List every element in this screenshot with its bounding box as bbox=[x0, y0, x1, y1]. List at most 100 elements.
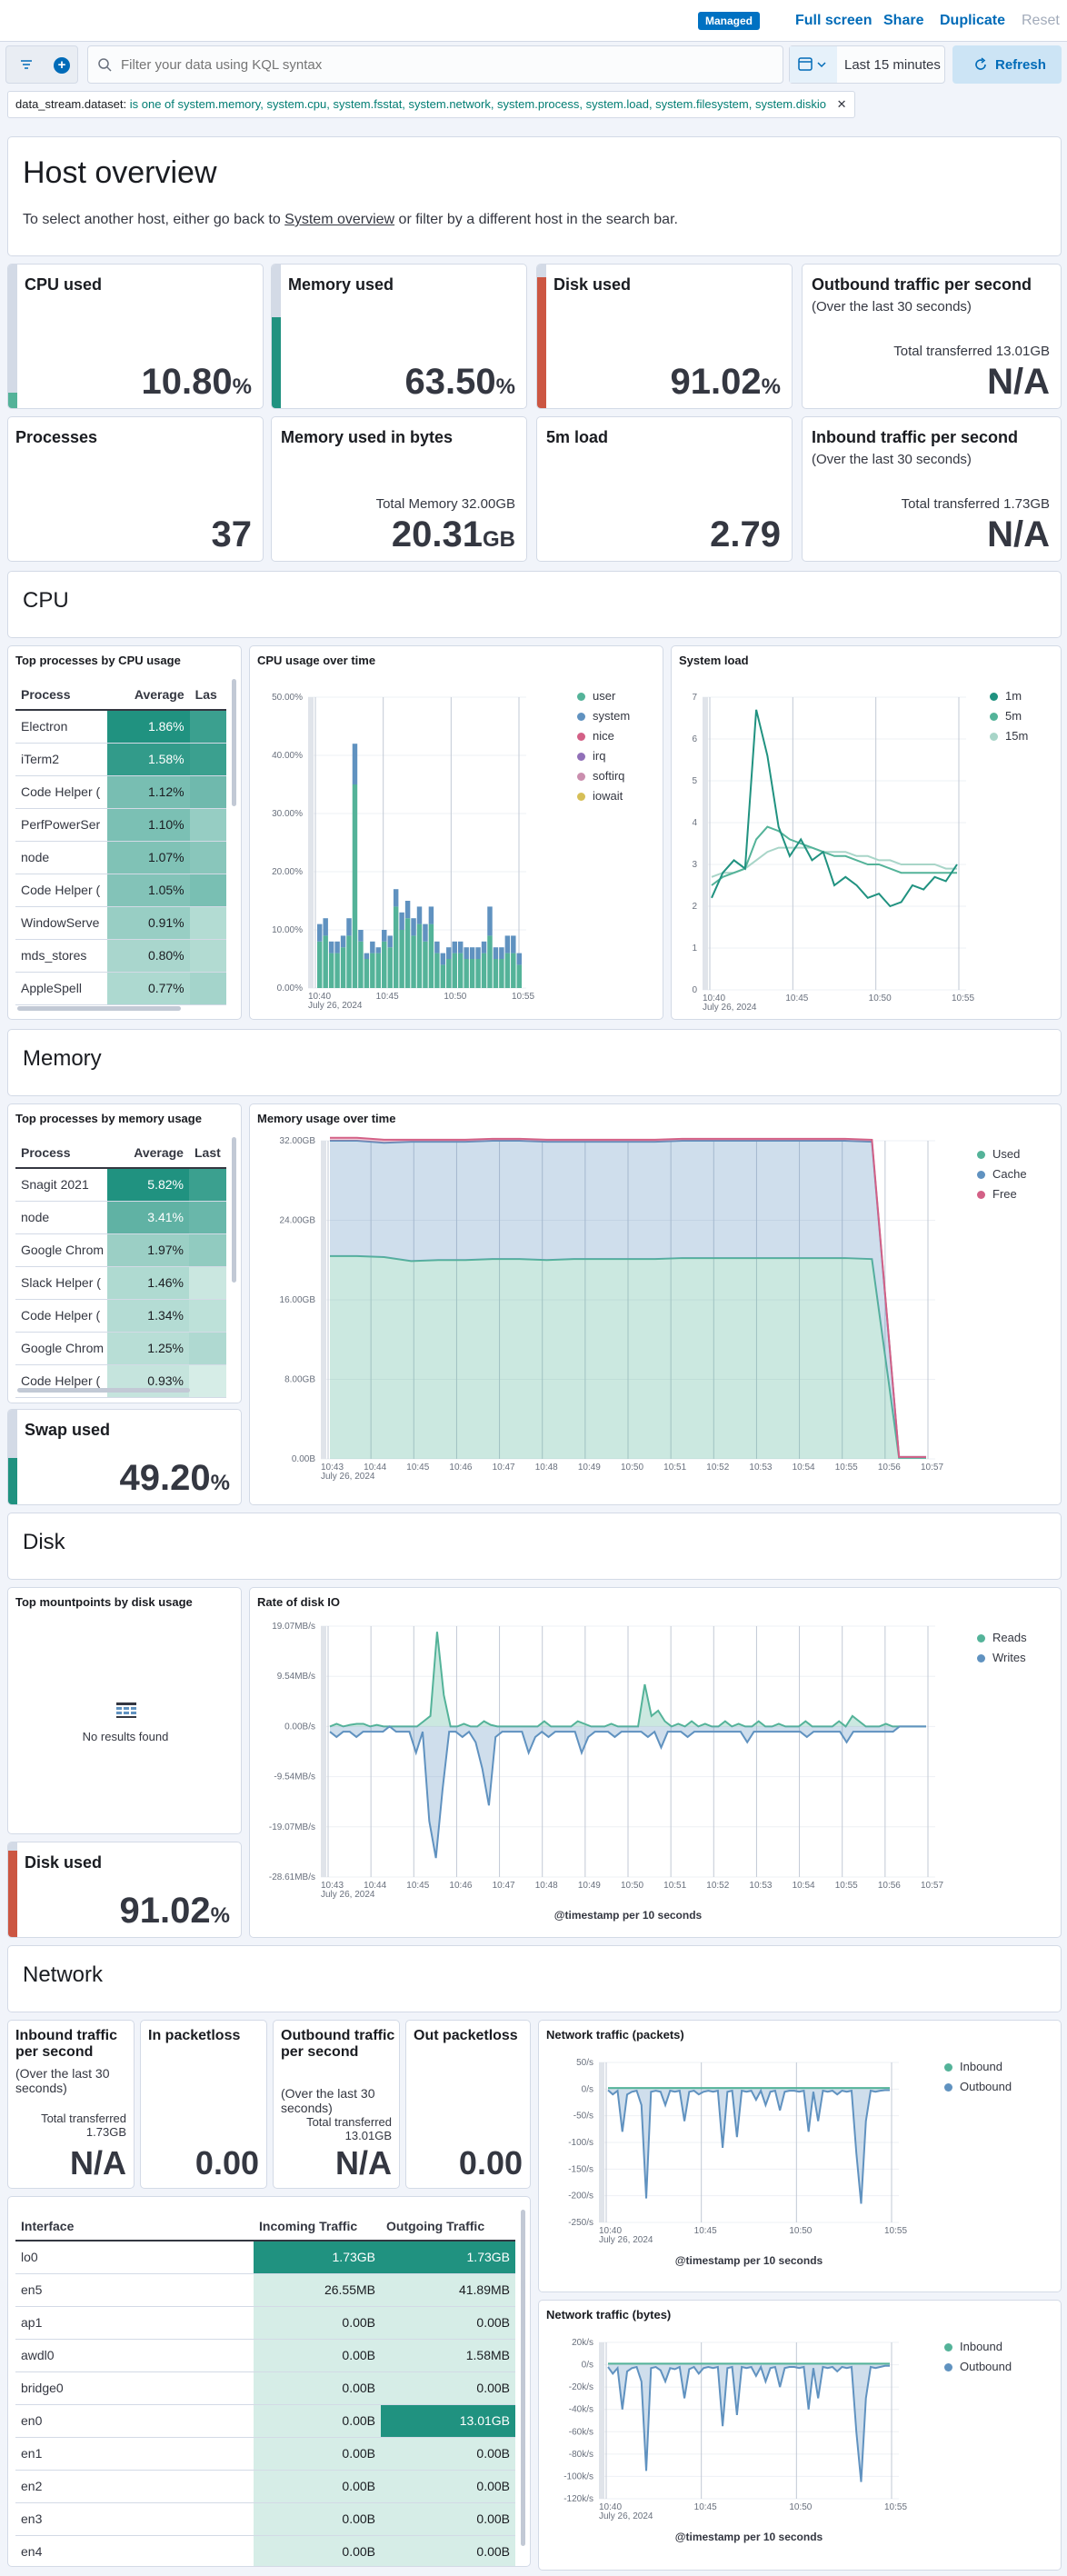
x-tick-label: 10:49 bbox=[578, 1463, 601, 1473]
column-header[interactable]: Outgoing Traffic bbox=[381, 2212, 515, 2242]
bar-user bbox=[423, 941, 428, 988]
legend-item[interactable]: 1m bbox=[990, 686, 1028, 706]
bar-system bbox=[446, 947, 452, 959]
interface-name: en2 bbox=[15, 2470, 254, 2503]
bar-system bbox=[358, 930, 364, 942]
table-row[interactable]: AppleSpell 0.77% bbox=[15, 972, 226, 1005]
legend-item[interactable]: 5m bbox=[990, 706, 1028, 726]
bar-user bbox=[416, 924, 423, 988]
table-row[interactable]: bridge0 0.00B 0.00B bbox=[15, 2371, 515, 2405]
process-name: iTerm2 bbox=[15, 743, 107, 776]
search-input[interactable] bbox=[121, 54, 757, 75]
share-link[interactable]: Share bbox=[883, 13, 923, 29]
x-tick-label: 10:50 bbox=[869, 993, 892, 1003]
incoming-traffic: 26.55MB bbox=[254, 2273, 381, 2307]
legend-item[interactable]: Writes bbox=[977, 1648, 1027, 1668]
table-row[interactable]: Electron 1.86% bbox=[15, 710, 226, 744]
table-row[interactable]: Google Chrom 1.25% bbox=[15, 1332, 226, 1365]
legend-item[interactable]: Free bbox=[977, 1184, 1027, 1204]
close-icon[interactable]: ✕ bbox=[837, 97, 847, 111]
legend-item[interactable]: system bbox=[577, 706, 630, 726]
column-header[interactable]: Interface bbox=[15, 2212, 254, 2242]
refresh-button[interactable]: Refresh bbox=[952, 45, 1062, 84]
vertical-scrollbar[interactable] bbox=[232, 1137, 236, 1283]
legend-item[interactable]: 15m bbox=[990, 726, 1028, 746]
interface-name: en4 bbox=[15, 2535, 254, 2566]
table-row[interactable]: Code Helper (1.12% bbox=[15, 775, 226, 809]
date-picker[interactable]: Last 15 minutes bbox=[789, 45, 945, 84]
vertical-scrollbar[interactable] bbox=[521, 2210, 525, 2546]
x-tick-label: 10:55 bbox=[835, 1881, 858, 1891]
table-row[interactable]: WindowServe 0.91% bbox=[15, 906, 226, 940]
full-screen-link[interactable]: Full screen bbox=[795, 13, 872, 29]
y-tick-label: 19.07MB/s bbox=[272, 1622, 315, 1632]
table-row[interactable]: PerfPowerSer 1.10% bbox=[15, 808, 226, 842]
column-header[interactable]: Incoming Traffic bbox=[254, 2212, 381, 2242]
table-row[interactable]: Snagit 2021 5.82% bbox=[15, 1168, 226, 1202]
table-row[interactable]: node 1.07% bbox=[15, 841, 226, 874]
table-row[interactable]: Code Helper (1.34% bbox=[15, 1299, 226, 1333]
time-range-label[interactable]: Last 15 minutes bbox=[844, 57, 941, 73]
legend-item[interactable]: softirq bbox=[577, 766, 630, 786]
metric-5m-load: 5m load 2.79 bbox=[536, 416, 793, 562]
legend-item[interactable]: Used bbox=[977, 1144, 1027, 1164]
y-tick-label: 16.00GB bbox=[280, 1295, 316, 1305]
metric-title: Outbound traffic per second bbox=[281, 2028, 395, 2060]
reset-link[interactable]: Reset bbox=[1022, 13, 1060, 29]
time-brush bbox=[321, 1626, 326, 1877]
table-row[interactable]: en0 0.00B 13.01GB bbox=[15, 2404, 515, 2438]
filter-pill[interactable]: data_stream.dataset: is one of system.me… bbox=[7, 91, 855, 118]
table-row[interactable]: iTerm2 1.58% bbox=[15, 743, 226, 776]
memory-usage-chart[interactable]: 32.00GB24.00GB16.00GB8.00GB0.00B10:43 10:… bbox=[250, 1128, 1062, 1505]
horizontal-scrollbar[interactable] bbox=[17, 1388, 190, 1393]
legend-item[interactable]: irq bbox=[577, 746, 630, 766]
disk-io-chart[interactable]: 19.07MB/s 9.54MB/s 0.00B/s -9.54MB/s -19.07M… bbox=[250, 1612, 1062, 1938]
metric-title: Memory used in bytes bbox=[281, 428, 454, 446]
table-row[interactable]: en1 0.00B 0.00B bbox=[15, 2437, 515, 2471]
add-filter-icon[interactable]: + bbox=[54, 57, 70, 74]
column-header[interactable]: Average bbox=[106, 1137, 189, 1169]
legend-item[interactable]: iowait bbox=[577, 786, 630, 806]
table-row[interactable]: Slack Helper (1.46% bbox=[15, 1266, 226, 1300]
metric-level-bar bbox=[8, 1410, 17, 1504]
table-row[interactable]: mds_stores 0.80% bbox=[15, 939, 226, 973]
legend-item[interactable]: Outbound bbox=[944, 2357, 1012, 2377]
legend-label: Inbound bbox=[960, 2340, 1002, 2353]
table-row[interactable]: lo0 1.73GB 1.73GB bbox=[15, 2241, 515, 2274]
horizontal-scrollbar[interactable] bbox=[17, 1006, 181, 1011]
column-header[interactable]: Process bbox=[15, 1137, 107, 1169]
legend-item[interactable]: Outbound bbox=[944, 2077, 1012, 2097]
y-tick-label: -19.07MB/s bbox=[269, 1822, 315, 1832]
table-row[interactable]: en5 26.55MB 41.89MB bbox=[15, 2273, 515, 2307]
table-row[interactable]: Google Chrom 1.97% bbox=[15, 1233, 226, 1267]
column-header[interactable]: Last bbox=[188, 1137, 226, 1169]
table-row[interactable]: Code Helper (1.05% bbox=[15, 874, 226, 907]
legend-item[interactable]: nice bbox=[577, 726, 630, 746]
vertical-scrollbar[interactable] bbox=[232, 679, 236, 806]
column-header[interactable]: Las bbox=[189, 679, 226, 711]
legend-item[interactable]: Reads bbox=[977, 1628, 1027, 1648]
table-row[interactable]: en3 0.00B 0.00B bbox=[15, 2502, 515, 2536]
net-packets-chart-panel: Network traffic (packets) 50/s 0/s -50/s -1… bbox=[538, 2020, 1062, 2292]
legend-swatch bbox=[577, 713, 585, 722]
y-tick-label: 3 bbox=[692, 860, 697, 870]
duplicate-link[interactable]: Duplicate bbox=[940, 13, 1005, 29]
legend-item[interactable]: Inbound bbox=[944, 2057, 1012, 2077]
process-average: 1.58% bbox=[106, 743, 190, 776]
column-header[interactable]: Average bbox=[106, 679, 190, 711]
column-header[interactable]: Process bbox=[15, 679, 107, 711]
table-row[interactable]: en2 0.00B 0.00B bbox=[15, 2470, 515, 2503]
table-row[interactable]: ap1 0.00B 0.00B bbox=[15, 2306, 515, 2340]
legend-item[interactable]: user bbox=[577, 686, 630, 706]
legend-item[interactable]: Cache bbox=[977, 1164, 1027, 1184]
table-row[interactable]: awdl0 0.00B 1.58MB bbox=[15, 2339, 515, 2372]
legend-item[interactable]: Inbound bbox=[944, 2337, 1012, 2357]
calendar-icon[interactable] bbox=[790, 46, 837, 83]
system-overview-link[interactable]: System overview bbox=[284, 212, 394, 227]
filter-options-icon[interactable] bbox=[19, 58, 34, 71]
x-tick-label: 10:51 bbox=[663, 1463, 686, 1473]
table-row[interactable]: en4 0.00B 0.00B bbox=[15, 2535, 515, 2566]
y-tick-label: -40k/s bbox=[569, 2405, 593, 2415]
cpu-process-table: Process Average Las Electron 1.86% iTerm2 1… bbox=[15, 679, 226, 1005]
table-row[interactable]: node 3.41% bbox=[15, 1201, 226, 1234]
